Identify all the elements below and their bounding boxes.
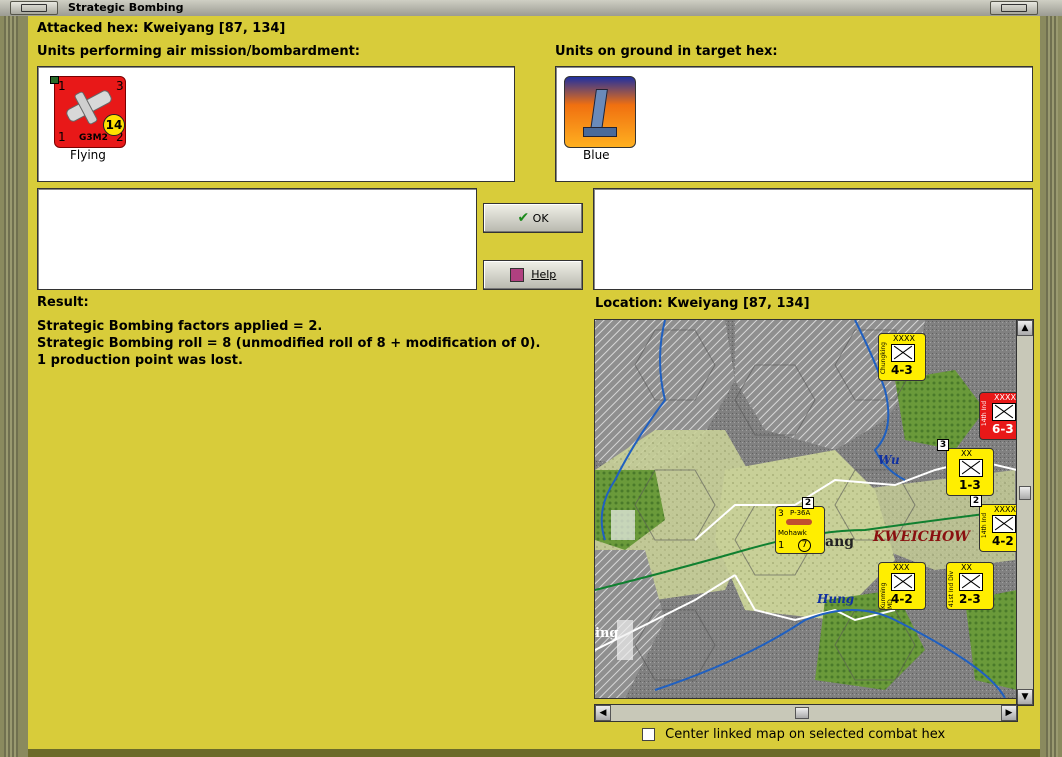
map-horizontal-scrollbar[interactable]: ◀ ▶ <box>594 704 1018 722</box>
scroll-right-icon[interactable]: ▶ <box>1001 705 1017 721</box>
air-unit-top-right: 3 <box>116 79 124 93</box>
ground-unit-counter[interactable] <box>564 76 636 148</box>
window-titlebar[interactable]: Strategic Bombing <box>0 0 1062 17</box>
window-frame-left <box>0 16 28 757</box>
ok-button[interactable]: ✔ OK <box>483 203 583 233</box>
window-close-button[interactable] <box>990 1 1038 15</box>
ground-detail-panel <box>593 188 1033 290</box>
window-menu-button[interactable] <box>10 1 58 15</box>
map-unit-counter[interactable]: 2 XXXX 14th Ind 4-2 <box>970 495 1017 552</box>
window-title: Strategic Bombing <box>68 1 184 14</box>
unit-size: XX <box>961 449 972 458</box>
stack-count: 2 <box>970 495 982 507</box>
help-button-label: Help <box>531 268 557 281</box>
unit-side: 14th Ind <box>981 513 988 539</box>
unit-size: XXXX <box>893 334 915 343</box>
unit-values: 4-2 <box>891 592 913 606</box>
help-book-icon <box>509 268 524 282</box>
air-unit-type: G3M2 <box>79 133 108 143</box>
result-line: 1 production point was lost. <box>37 353 243 368</box>
air-unit-caption: Flying <box>70 148 106 162</box>
location-label: Location: Kweiyang [87, 134] <box>595 296 810 311</box>
air-name: Mohawk <box>778 529 807 537</box>
air-bottom-left: 1 <box>778 540 785 551</box>
center-map-checkbox[interactable] <box>642 728 655 741</box>
stack-count: 2 <box>802 497 814 509</box>
infantry-symbol-icon <box>959 459 983 477</box>
result-label: Result: <box>37 295 89 310</box>
map-unit-counter[interactable]: XXXX 14th Ind 6-3 <box>979 392 1017 440</box>
infantry-symbol-icon <box>959 573 983 591</box>
province-label: KWEICHOW <box>873 529 970 545</box>
unit-values: 2-3 <box>959 592 981 606</box>
unit-values: 4-3 <box>891 363 913 377</box>
air-units-label: Units performing air mission/bombardment… <box>37 44 361 59</box>
location-map[interactable]: KWEICHOW ang Wu Hung ing XXXX Chungking … <box>594 319 1018 699</box>
center-map-checkbox-label: Center linked map on selected combat hex <box>665 727 946 742</box>
unit-side: 41st Ind Div <box>948 571 955 608</box>
fighter-plane-icon <box>786 519 812 525</box>
unit-size: XXXX <box>994 393 1016 402</box>
horizontal-scroll-thumb[interactable] <box>795 707 809 719</box>
map-unit-counter[interactable]: XX 41st Ind Div 2-3 <box>946 562 994 610</box>
infantry-symbol-icon <box>992 403 1016 421</box>
infantry-symbol-icon <box>891 573 915 591</box>
air-top-left: 3 <box>778 509 784 519</box>
map-air-unit-counter[interactable]: 2 3 P-36A Mohawk 1 7 <box>775 497 825 554</box>
unit-values: 1-3 <box>959 478 981 492</box>
air-range: 7 <box>798 539 811 552</box>
unit-size: XXX <box>893 563 910 572</box>
air-units-panel: 1 3 1 2 14 G3M2 Flying <box>37 66 515 182</box>
map-unit-counter[interactable]: 3 XX 1-3 <box>937 439 994 496</box>
air-unit-bottom-left: 1 <box>58 130 66 144</box>
west-label: ing <box>595 626 619 641</box>
unit-values: 6-3 <box>992 422 1014 436</box>
result-line: Strategic Bombing roll = 8 (unmodified r… <box>37 336 541 351</box>
map-vertical-scrollbar[interactable]: ▲ ▼ <box>1016 319 1034 706</box>
city-label: ang <box>825 534 855 550</box>
unit-size: XXXX <box>994 505 1016 514</box>
map-unit-counter[interactable]: XXX Kunming MD 4-2 <box>878 562 926 610</box>
scroll-left-icon[interactable]: ◀ <box>595 705 611 721</box>
infantry-symbol-icon <box>992 515 1016 533</box>
scroll-up-icon[interactable]: ▲ <box>1017 320 1033 336</box>
ground-unit-caption: Blue <box>583 148 610 162</box>
ground-units-label: Units on ground in target hex: <box>555 44 778 59</box>
help-button[interactable]: Help <box>483 260 583 290</box>
ok-button-label: OK <box>532 212 549 225</box>
unit-side: 14th Ind <box>981 401 988 427</box>
river-label-hung: Hung <box>817 592 855 606</box>
factory-base-icon <box>583 127 617 137</box>
result-line: Strategic Bombing factors applied = 2. <box>37 319 323 334</box>
vertical-scroll-thumb[interactable] <box>1019 486 1031 500</box>
window-frame-right <box>1040 16 1062 757</box>
factory-tower-icon <box>590 89 608 131</box>
stack-count: 3 <box>937 439 949 451</box>
unit-size: XX <box>961 563 972 572</box>
attacked-hex-label: Attacked hex: Kweiyang [87, 134] <box>37 21 286 36</box>
ground-units-panel: Blue <box>555 66 1033 182</box>
checkmark-icon: ✔ <box>517 210 530 226</box>
air-type: P-36A <box>790 509 811 517</box>
map-unit-counter[interactable]: XXXX Chungking 4-3 <box>878 333 926 381</box>
unit-values: 4-2 <box>992 534 1014 548</box>
strategic-bombing-dialog: Attacked hex: Kweiyang [87, 134] Units p… <box>28 16 1040 749</box>
unit-side: Chungking <box>880 342 887 375</box>
air-unit-top-left: 1 <box>58 79 66 93</box>
air-unit-counter[interactable]: 1 3 1 2 14 G3M2 <box>50 76 126 148</box>
air-detail-panel <box>37 188 477 290</box>
scroll-down-icon[interactable]: ▼ <box>1017 689 1033 705</box>
center-map-option[interactable]: Center linked map on selected combat hex <box>642 727 945 742</box>
river-label-wu: Wu <box>878 453 900 467</box>
result-text: Strategic Bombing factors applied = 2. S… <box>37 318 540 369</box>
infantry-symbol-icon <box>891 344 915 362</box>
